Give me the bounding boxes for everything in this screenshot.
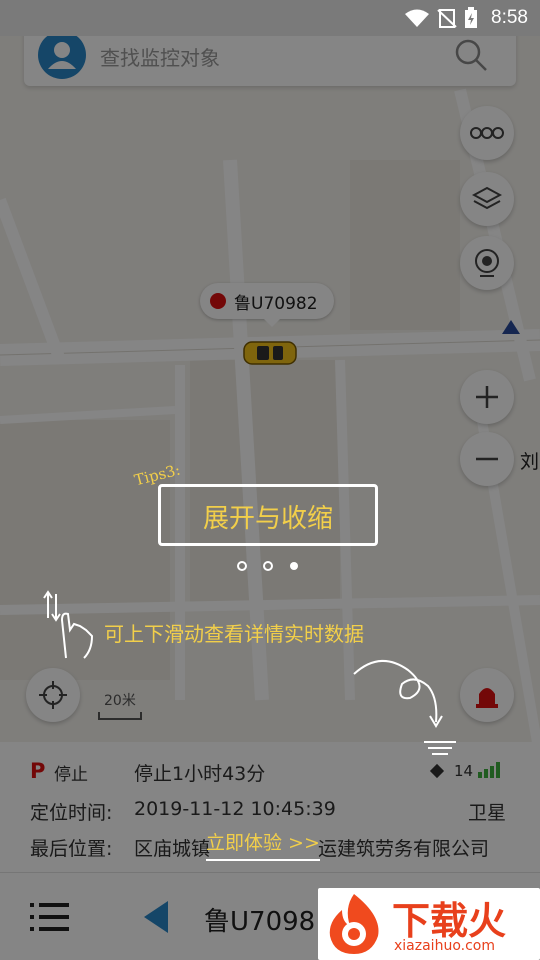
ellipsis-doodle-icon (237, 561, 298, 571)
fire-logo-icon (329, 894, 379, 954)
wifi-icon (405, 9, 429, 27)
tips-hint: 可上下滑动查看详情实时数据 (104, 622, 364, 646)
watermark-logo: 下载火 xiazaihuo.com (318, 888, 540, 960)
tips-title: 展开与收缩 (202, 504, 333, 534)
swipe-hand-icon (43, 590, 94, 659)
try-now-button[interactable]: 立即体验 >> (206, 828, 320, 861)
curly-arrow-icon (353, 659, 443, 728)
status-bar: 8:58 (0, 0, 540, 36)
no-sim-icon (437, 9, 457, 28)
watermark-url: xiazaihuo.com (394, 938, 495, 954)
clock: 8:58 (491, 7, 528, 28)
battery-charging-icon (465, 7, 477, 28)
watermark-brand: 下载火 (392, 899, 507, 943)
tap-lines-icon (424, 741, 456, 755)
